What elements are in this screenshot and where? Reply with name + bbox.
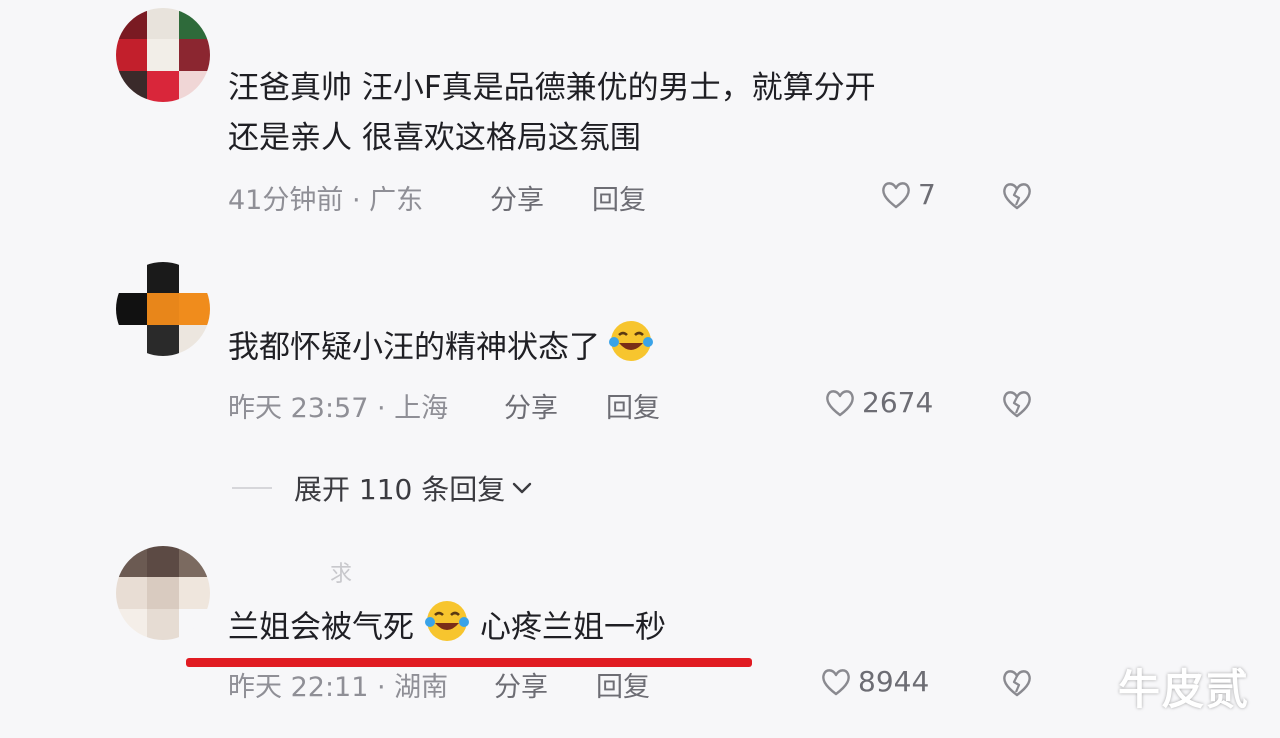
heart-outline-icon [822, 668, 850, 695]
comment-text-continued: 还是亲人 很喜欢这格局这氛围 [228, 120, 641, 156]
comment-body-part2: 心疼兰姐一秒 [480, 609, 666, 646]
broken-heart-icon [1003, 183, 1031, 210]
comment-text: 我都怀疑小汪的精神状态了 [228, 318, 656, 380]
dislike-button[interactable] [1001, 389, 1033, 419]
like-button[interactable]: 8944 [820, 665, 929, 698]
laughing-crying-emoji [606, 318, 656, 380]
reply-button[interactable]: 回复 [596, 665, 650, 704]
like-button[interactable]: 2674 [824, 386, 933, 419]
comment-text: 兰姐会被气死 心疼兰姐一秒 [228, 598, 666, 660]
dislike-button[interactable] [1001, 181, 1033, 211]
comment-timestamp-location: 41分钟前 · 广东 [228, 185, 424, 216]
like-count: 8944 [858, 665, 930, 698]
reply-button[interactable]: 回复 [606, 386, 660, 425]
dislike-button[interactable] [1001, 668, 1033, 698]
broken-heart-icon [1003, 670, 1031, 697]
share-button[interactable]: 分享 [494, 665, 548, 704]
share-button[interactable]: 分享 [504, 386, 558, 425]
comment-text: 汪爸真帅 汪小F真是品德兼优的男士，就算分开 [228, 70, 876, 106]
broken-heart-icon [1003, 391, 1031, 418]
avatar[interactable] [116, 262, 210, 356]
watermark: 牛皮贰 [1118, 665, 1251, 714]
comment-body: 我都怀疑小汪的精神状态了 [228, 329, 600, 366]
comment-timestamp-location: 昨天 23:57 · 上海 [228, 393, 449, 424]
comment-body-part1: 兰姐会被气死 [228, 609, 414, 646]
share-button[interactable]: 分享 [490, 178, 544, 217]
avatar[interactable] [116, 8, 210, 102]
chevron-down-icon [513, 482, 532, 494]
heart-outline-icon [826, 389, 854, 416]
username[interactable]: 求 [330, 556, 352, 588]
laughing-crying-emoji [422, 598, 472, 660]
avatar[interactable] [116, 546, 210, 640]
like-button[interactable]: 7 [880, 178, 936, 211]
expand-replies-button[interactable]: 展开 110 条回复 [232, 468, 535, 508]
like-count: 2674 [862, 386, 934, 419]
reply-button[interactable]: 回复 [592, 178, 646, 217]
comment-timestamp-location: 昨天 22:11 · 湖南 [228, 672, 449, 703]
expand-replies-label: 展开 110 条回复 [294, 473, 506, 506]
like-count: 7 [918, 178, 936, 211]
divider [232, 487, 272, 489]
heart-outline-icon [882, 181, 910, 208]
